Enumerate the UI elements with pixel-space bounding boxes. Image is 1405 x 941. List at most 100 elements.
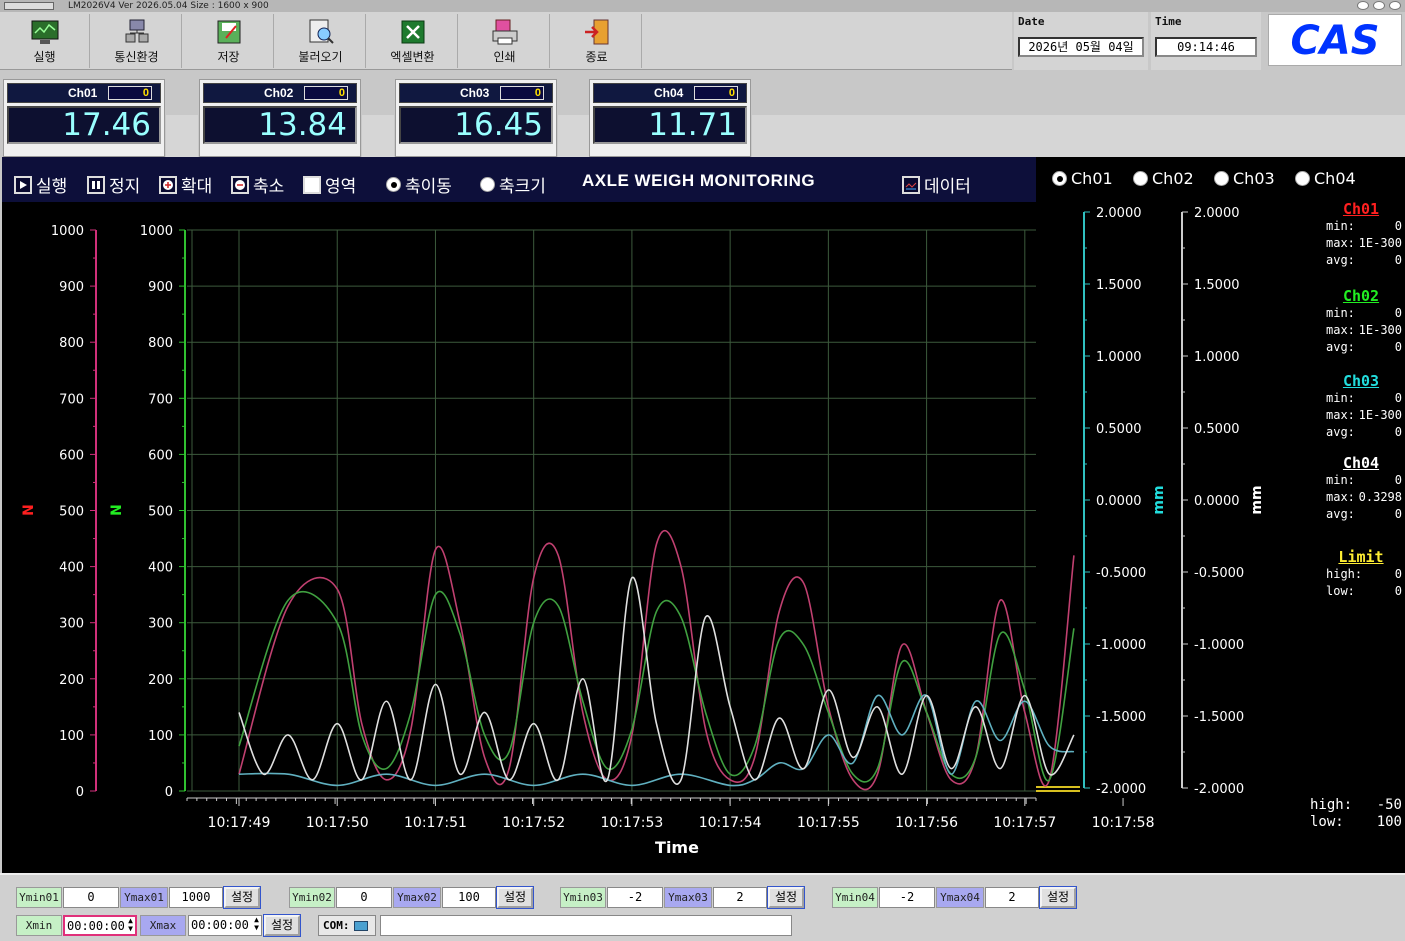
separator xyxy=(166,115,198,157)
maximize-icon[interactable] xyxy=(1373,1,1385,10)
close-icon[interactable] xyxy=(1389,1,1401,10)
y-tick-label-ch02: 900 xyxy=(148,280,173,295)
y-tick-label-ch02: 1000 xyxy=(140,224,173,239)
xmin-time-input[interactable]: 00:00:00 ▲ ▼ xyxy=(63,915,137,936)
minimize-icon[interactable] xyxy=(1357,1,1369,10)
exit-toolbar-button[interactable]: 종료 xyxy=(552,14,642,68)
y-tick-label-ch01: 600 xyxy=(59,448,84,463)
channel-offset: 0 xyxy=(694,86,738,100)
zoom-out-control[interactable]: 축소 xyxy=(231,172,284,197)
data-control[interactable]: 데이터 xyxy=(902,172,971,197)
channel-offset: 0 xyxy=(108,86,152,100)
y-tick-label-ch01: 800 xyxy=(59,336,84,351)
ymax03-input[interactable]: 2 xyxy=(713,887,767,908)
area-checkbox[interactable]: 영역 xyxy=(303,172,356,197)
channel-name: Ch04 xyxy=(654,86,684,100)
comm-settings-toolbar-button[interactable]: 통신환경 xyxy=(92,14,182,68)
run-control[interactable]: 실행 xyxy=(14,172,67,197)
x-tick-label: 10:17:51 xyxy=(404,815,467,831)
y-axis-label-ch03: mm xyxy=(1151,485,1167,514)
y-tick-label-ch03: -1.0000 xyxy=(1096,638,1146,653)
set-time-button[interactable]: 설정 xyxy=(263,914,301,937)
ch03-radio[interactable]: Ch03 xyxy=(1214,169,1275,188)
ymin02-label: Ymin02 xyxy=(289,887,335,908)
ymax03-label: Ymax03 xyxy=(664,887,712,908)
ymin01-label: Ymin01 xyxy=(16,887,62,908)
x-tick-label: 10:17:54 xyxy=(699,815,762,831)
x-tick-label: 10:17:55 xyxy=(797,815,860,831)
y-tick-label-ch03: 0.0000 xyxy=(1096,494,1142,509)
y-tick-label-ch04: -0.5000 xyxy=(1194,566,1244,581)
set-ch01-button[interactable]: 설정 xyxy=(223,886,261,909)
ymin02-input[interactable]: 0 xyxy=(336,887,392,908)
ymax04-input[interactable]: 2 xyxy=(985,887,1039,908)
excel-icon xyxy=(401,20,424,44)
excel-export-toolbar-button[interactable]: 엑셀변환 xyxy=(368,14,458,68)
y-tick-label-ch02: 200 xyxy=(148,673,173,688)
chart-title: AXLE WEIGH MONITORING xyxy=(582,171,816,190)
y-tick-label-ch02: 600 xyxy=(148,448,173,463)
y-tick-label-ch02: 300 xyxy=(148,617,173,632)
y-axis-label-ch04: mm xyxy=(1249,485,1265,514)
stats-ch03: Ch03 min: 0 max: 1E-300 avg: 0 xyxy=(1326,372,1402,439)
ymin03-input[interactable]: -2 xyxy=(607,887,663,908)
axis-settings-bar: Ymin01 0 Ymax01 1000 설정 Ymin02 0 Ymax02 … xyxy=(0,873,1405,941)
stats-ch04: Ch04 min: 0 max: 0.3298 avg: 0 xyxy=(1326,454,1402,521)
set-ch03-button[interactable]: 설정 xyxy=(767,886,805,909)
monitoring-chart[interactable]: 1000 1000900 900800 800700 700600 600500 50040… xyxy=(2,202,1298,873)
channel-panel-ch03: Ch03 0 16.45 xyxy=(395,79,557,157)
axis-size-radio[interactable]: 축크기 xyxy=(480,172,546,197)
ch04-radio[interactable]: Ch04 xyxy=(1295,169,1356,188)
com-port-icon xyxy=(353,921,368,931)
ymax02-input[interactable]: 100 xyxy=(442,887,496,908)
spinner-icon[interactable]: ▲ ▼ xyxy=(128,917,133,933)
channel-selector: Ch01 Ch02 Ch03 Ch04 xyxy=(1036,157,1405,202)
stop-control[interactable]: 정지 xyxy=(87,172,140,197)
channel-value: 16.45 xyxy=(399,106,553,144)
y-tick-label-ch03: 0.5000 xyxy=(1096,422,1142,437)
y-tick-label-ch02: 500 xyxy=(148,505,173,520)
y-axis-label-ch01: N xyxy=(21,504,37,516)
ymax04-label: Ymax04 xyxy=(936,887,984,908)
spinner-icon[interactable]: ▲ ▼ xyxy=(254,916,259,932)
channel-panel-ch04: Ch04 0 11.71 xyxy=(589,79,751,157)
print-toolbar-button[interactable]: 인쇄 xyxy=(460,14,550,68)
y-tick-label-ch02: 0 xyxy=(165,785,173,800)
y-tick-label-ch01: 1000 xyxy=(51,224,84,239)
y-tick-label-ch04: 1.5000 xyxy=(1194,278,1240,293)
ymin04-input[interactable]: -2 xyxy=(879,887,935,908)
load-toolbar-button[interactable]: 불러오기 xyxy=(276,14,366,68)
y-tick-label-ch02: 700 xyxy=(148,392,173,407)
system-menu-icon[interactable] xyxy=(4,2,54,10)
ch01-radio[interactable]: Ch01 xyxy=(1052,169,1113,188)
axis-move-radio[interactable]: 축이동 xyxy=(386,172,452,197)
save-toolbar-button[interactable]: 저장 xyxy=(184,14,274,68)
monitor-icon xyxy=(31,20,58,44)
channel-value: 11.71 xyxy=(593,106,747,144)
ymax01-input[interactable]: 1000 xyxy=(169,887,223,908)
ch02-radio[interactable]: Ch02 xyxy=(1133,169,1194,188)
network-icon xyxy=(125,19,148,43)
set-ch02-button[interactable]: 설정 xyxy=(496,886,534,909)
set-ch04-button[interactable]: 설정 xyxy=(1039,886,1077,909)
series-line-ch02 xyxy=(238,590,1075,783)
window-title-bar: LM2026V4 Ver 2026.05.04 Size : 1600 x 90… xyxy=(0,0,1405,12)
x-tick-label: 10:17:57 xyxy=(993,815,1056,831)
y-tick-label-ch03: -2.0000 xyxy=(1096,782,1146,797)
ymin01-input[interactable]: 0 xyxy=(63,887,119,908)
y-tick-label-ch01: 100 xyxy=(59,729,84,744)
run-toolbar-button[interactable]: 실행 xyxy=(0,14,90,68)
zoom-in-control[interactable]: 확대 xyxy=(159,172,212,197)
radio-icon xyxy=(386,177,401,192)
channel-name: Ch02 xyxy=(264,86,294,100)
ymax01-label: Ymax01 xyxy=(120,887,168,908)
radio-icon xyxy=(1214,171,1229,186)
x-tick-label: 10:17:49 xyxy=(208,815,271,831)
ymin04-label: Ymin04 xyxy=(832,887,878,908)
window-title: LM2026V4 Ver 2026.05.04 Size : 1600 x 90… xyxy=(68,1,269,11)
limit-panel: Limit high: 0 low: 0 xyxy=(1326,548,1402,598)
radio-icon xyxy=(1052,171,1067,186)
y-tick-label-ch04: -1.5000 xyxy=(1194,710,1244,725)
brand-logo: CAS xyxy=(1268,14,1402,66)
xmax-time-input[interactable]: 00:00:00 ▲ ▼ xyxy=(188,915,262,936)
